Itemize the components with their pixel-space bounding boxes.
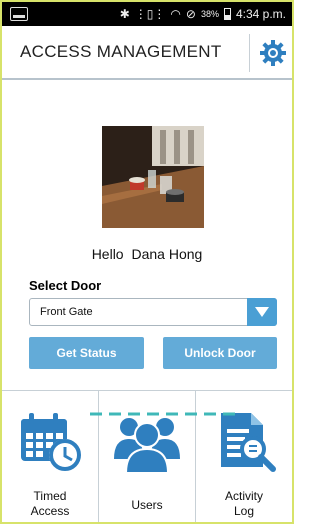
bottom-nav: Timed Access Users Activity Log <box>2 390 292 522</box>
nav-label-users: Users <box>131 498 163 512</box>
unlock-door-button[interactable]: Unlock Door <box>163 337 277 369</box>
dashed-connector <box>90 412 240 416</box>
battery-percent: 38% <box>200 9 219 19</box>
clock: 4:34 p.m. <box>235 7 286 21</box>
nav-item-timed-access[interactable]: Timed Access <box>2 391 99 522</box>
nav-item-users[interactable]: Users <box>99 391 196 522</box>
wifi-icon: ◠ <box>170 7 181 21</box>
nav-label-line: Timed <box>33 489 67 503</box>
calendar-clock-icon <box>21 413 81 471</box>
gear-icon <box>260 40 286 66</box>
nav-item-activity-log[interactable]: Activity Log <box>196 391 292 522</box>
door-select[interactable]: Front Gate <box>29 298 277 326</box>
user-name: Dana Hong <box>131 246 203 262</box>
battery-icon <box>223 8 231 20</box>
settings-button[interactable] <box>258 38 288 68</box>
nav-label-line: Activity <box>224 489 263 503</box>
block-icon: ⊘ <box>185 7 196 21</box>
profile-photo <box>102 126 204 228</box>
notification-icon <box>10 7 28 21</box>
nav-label-activity-log: Activity Log <box>196 489 292 519</box>
nav-label-line: Log <box>233 504 255 518</box>
app-header: ACCESS MANAGEMENT <box>2 26 292 80</box>
status-bar: ✱ ⋮▯⋮ ◠ ⊘ 38% 4:34 p.m. <box>2 2 292 26</box>
greeting-text: Hello <box>91 246 124 262</box>
document-search-icon <box>221 413 276 472</box>
bluetooth-icon: ✱ <box>119 7 130 21</box>
users-icon <box>114 418 180 474</box>
vibrate-icon: ⋮▯⋮ <box>134 7 166 21</box>
chevron-down-icon <box>255 307 269 317</box>
select-door-label: Select Door <box>29 278 102 293</box>
greeting: Hello Dana Hong <box>0 246 294 262</box>
page-title: ACCESS MANAGEMENT <box>20 42 222 61</box>
header-divider <box>249 34 250 72</box>
door-select-value: Front Gate <box>40 306 93 318</box>
get-status-button[interactable]: Get Status <box>29 337 144 369</box>
dropdown-button[interactable] <box>247 298 277 326</box>
status-icons: ✱ ⋮▯⋮ ◠ ⊘ 38% 4:34 p.m. <box>120 7 292 21</box>
nav-label-timed-access: Timed Access <box>2 489 98 519</box>
nav-label-line: Access <box>30 504 70 518</box>
